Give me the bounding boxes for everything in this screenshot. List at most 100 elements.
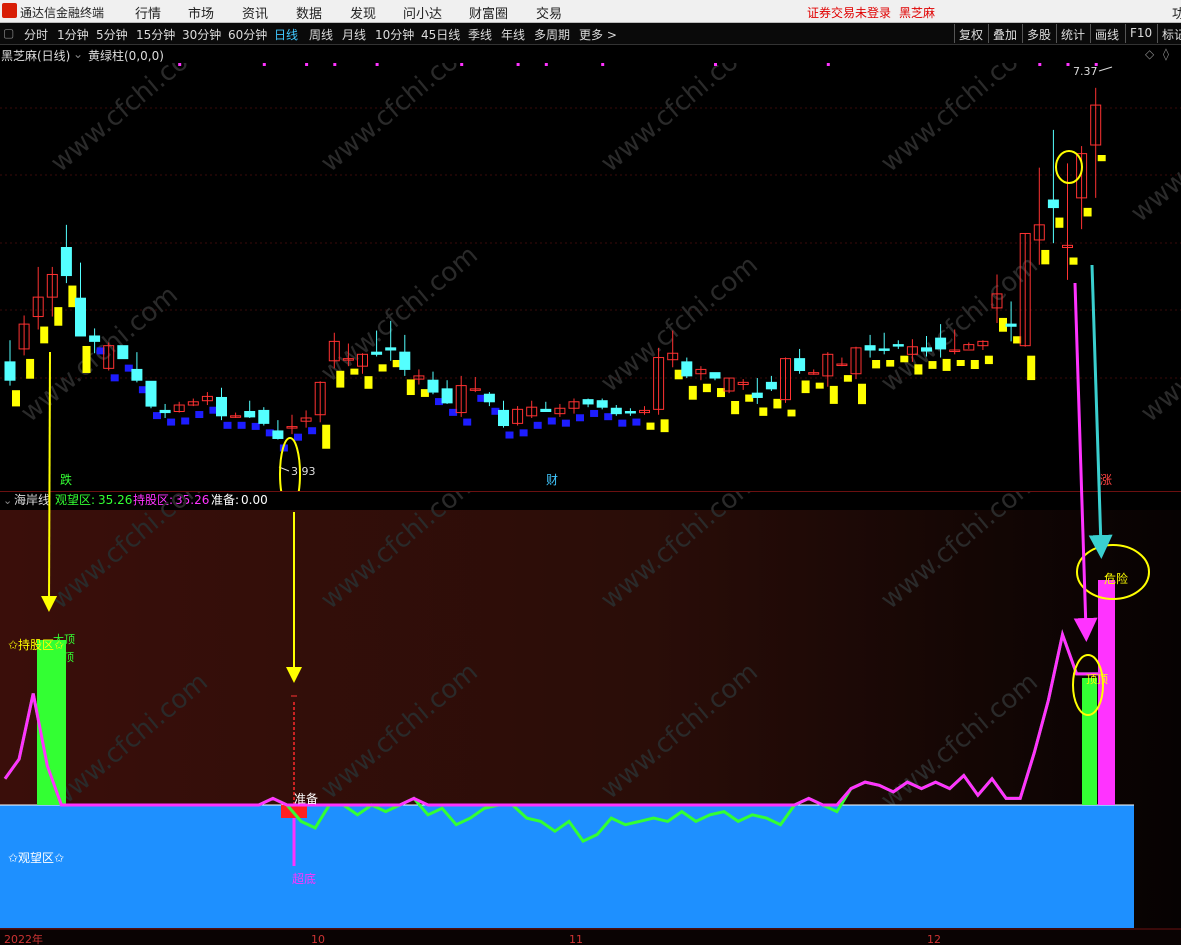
- menu-item-ask[interactable]: 问小达: [403, 3, 442, 22]
- indicator-bar: [110, 374, 119, 382]
- danger-label: 危险: [1104, 571, 1128, 586]
- watermark-text: www.cfchi.com: [595, 63, 764, 178]
- signal-dot: [178, 63, 182, 66]
- signal-dot: [544, 63, 548, 66]
- period-tab[interactable]: 季线: [468, 26, 492, 43]
- period-tab[interactable]: 15分钟: [136, 26, 175, 43]
- menu-item-discover[interactable]: 发现: [350, 3, 376, 22]
- toolbar-button[interactable]: 统计: [1056, 24, 1089, 43]
- period-tab[interactable]: 10分钟: [375, 26, 414, 43]
- signal-dot: [826, 63, 830, 66]
- top-label: 顶顶: [1086, 673, 1108, 686]
- indicator-bar: [1041, 249, 1050, 265]
- app-logo-icon: [2, 3, 17, 18]
- legend-value: 35.26: [98, 493, 132, 507]
- watermark-text: www.cfchi.com: [875, 63, 1044, 178]
- toolbar-button[interactable]: 复权: [954, 24, 987, 43]
- indicator-bar: [956, 360, 965, 366]
- top-signal-bar: [1098, 580, 1115, 805]
- period-tab[interactable]: 多周期: [534, 26, 570, 43]
- period-tab[interactable]: 1分钟: [57, 26, 89, 43]
- x-axis-bar: [0, 929, 1181, 945]
- period-tab[interactable]: 5分钟: [96, 26, 128, 43]
- candlestick-chart[interactable]: www.cfchi.com www.cfchi.com www.cfchi.com w…: [0, 63, 1181, 492]
- top-label: 大顶: [53, 632, 75, 646]
- candle-down: [159, 409, 171, 414]
- toolbar-button[interactable]: 标记: [1157, 24, 1181, 43]
- price-grid: [0, 107, 1181, 379]
- indicator-bar: [167, 418, 176, 426]
- menu-item-quotes[interactable]: 行情: [135, 3, 161, 22]
- settings-icon[interactable]: ◊: [1163, 47, 1169, 61]
- toolbar-button[interactable]: 画线: [1090, 24, 1123, 43]
- period-tab[interactable]: 周线: [309, 26, 333, 43]
- x-axis-label: 11: [569, 933, 583, 945]
- menu-item-market[interactable]: 市场: [188, 3, 214, 22]
- candle-down: [498, 409, 509, 427]
- candle-down: [244, 411, 256, 418]
- menu-item-data[interactable]: 数据: [296, 3, 322, 22]
- period-tab-active[interactable]: 日线: [274, 26, 298, 43]
- indicator-bar: [1027, 355, 1036, 381]
- indicator-bar: [308, 427, 317, 435]
- toolbar-button[interactable]: F10: [1125, 24, 1156, 43]
- indicator-bar: [533, 421, 542, 429]
- sub-panel-title: 海岸线: [14, 492, 50, 507]
- indicator-bar: [731, 401, 740, 415]
- diamond-icon[interactable]: ◇: [1145, 47, 1154, 61]
- indicator-bar: [1097, 155, 1106, 162]
- candle-down: [540, 408, 552, 412]
- x-axis-label: 10: [311, 933, 325, 945]
- period-tab[interactable]: 30分钟: [182, 26, 221, 43]
- candle-down: [864, 345, 876, 351]
- indicator-bar: [928, 361, 937, 369]
- x-axis-label: 2022年: [4, 932, 43, 945]
- candle-down: [145, 380, 157, 407]
- toolbar-button[interactable]: 叠加: [988, 24, 1021, 43]
- indicator-name[interactable]: 黄绿柱(0,0,0): [88, 47, 164, 64]
- indicator-bar: [660, 419, 669, 433]
- annotation-circle: [1055, 150, 1083, 184]
- indicator-bar: [153, 412, 161, 420]
- indicator-bar: [914, 364, 923, 375]
- indicator-bar: [688, 385, 697, 400]
- menu-edge-label[interactable]: 功: [1172, 3, 1181, 22]
- more-periods-button[interactable]: 更多 >: [579, 26, 617, 43]
- menu-item-news[interactable]: 资讯: [242, 3, 268, 22]
- candle-down: [441, 388, 453, 404]
- signal-marker: 涨: [1100, 472, 1112, 487]
- indicator-bar: [322, 424, 331, 449]
- signal-dot: [714, 63, 717, 66]
- candle-down: [371, 351, 383, 355]
- chevron-down-icon[interactable]: ⌄: [73, 47, 83, 61]
- watermark-text: www.cfchi.com: [875, 250, 1044, 398]
- candle-down: [399, 351, 411, 370]
- menu-item-wealth[interactable]: 财富圈: [469, 3, 508, 22]
- period-tab[interactable]: 45日线: [421, 26, 460, 43]
- indicator-bar: [181, 417, 190, 425]
- signal-marker: 跌: [60, 472, 72, 487]
- candle-down: [596, 400, 608, 408]
- candle-down: [1047, 199, 1059, 209]
- period-tab[interactable]: 60分钟: [228, 26, 267, 43]
- indicator-bar: [702, 383, 711, 393]
- indicator-bar: [519, 429, 528, 437]
- candle-down: [60, 247, 72, 277]
- main-panel-title: 黑芝麻(日线): [1, 49, 71, 63]
- main-panel-title-row: 黑芝麻(日线) ⌄ 黄绿柱(0,0,0) ◇ ◊: [0, 45, 1181, 63]
- menu-item-trade[interactable]: 交易: [536, 3, 562, 22]
- indicator-bar: [12, 390, 20, 407]
- login-status[interactable]: 证券交易未登录: [807, 4, 891, 21]
- period-tab[interactable]: 月线: [342, 26, 366, 43]
- legend-label: 观望区:: [55, 493, 95, 507]
- signal-dot: [305, 63, 309, 66]
- toolbar-button[interactable]: 多股: [1022, 24, 1055, 43]
- indicator-bar: [1055, 217, 1064, 228]
- candle-down: [921, 347, 932, 352]
- indicator-bar: [646, 422, 655, 430]
- period-tab[interactable]: 年线: [501, 26, 525, 43]
- coastline-indicator-chart[interactable]: ⌄ 海岸线 观望区: 35.26 持股区: 35.26 准备: 0.00 www…: [0, 492, 1181, 945]
- period-tab[interactable]: 分时: [24, 26, 48, 43]
- chevron-down-icon[interactable]: ⌄: [3, 494, 12, 507]
- panel-toggle-icon[interactable]: ▢: [3, 26, 14, 40]
